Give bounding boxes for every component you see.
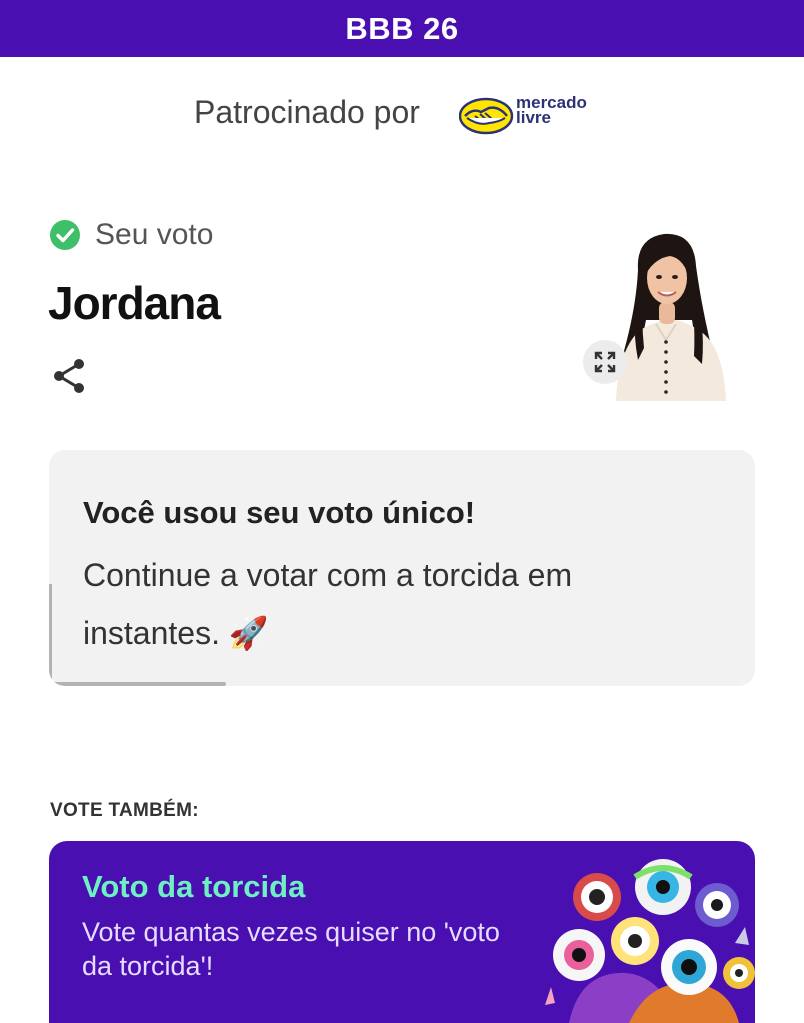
expand-icon — [594, 351, 616, 373]
countdown-progress-fill — [49, 682, 226, 686]
vote-notice-card: Você usou seu voto único! Continue a vot… — [49, 450, 755, 686]
top-bar: BBB 26 — [0, 0, 804, 57]
page-title: BBB 26 — [345, 10, 459, 46]
fan-vote-card[interactable]: Voto da torcida Vote quantas vezes quise… — [49, 841, 755, 1023]
vote-status-label: Seu voto — [95, 218, 214, 251]
vote-status: Seu voto — [49, 218, 213, 252]
brand-line-2: livre — [516, 108, 551, 127]
mercado-livre-wordmark: mercado livre — [516, 94, 587, 127]
handshake-logo-icon — [458, 97, 514, 135]
share-icon[interactable] — [52, 358, 88, 394]
sponsor-label: Patrocinado por — [194, 94, 420, 130]
check-circle-icon — [50, 220, 80, 250]
also-vote-label: VOTE TAMBÉM: — [50, 800, 199, 821]
eye-characters-illustration — [545, 859, 755, 1023]
sponsor-row: Patrocinado por mercado livre — [0, 88, 804, 144]
mercado-livre-logo: mercado livre — [458, 92, 599, 138]
progress-edge — [49, 584, 52, 686]
notice-body: Continue a votar com a torcida em instan… — [83, 557, 573, 651]
fan-vote-description: Vote quantas vezes quiser no 'voto da to… — [82, 917, 500, 981]
candidate-name: Jordana — [48, 277, 221, 329]
fan-vote-title: Voto da torcida — [82, 869, 306, 904]
expand-photo-button[interactable] — [583, 340, 627, 384]
countdown-progress-bar — [49, 682, 755, 686]
notice-title: Você usou seu voto único! — [83, 495, 476, 530]
